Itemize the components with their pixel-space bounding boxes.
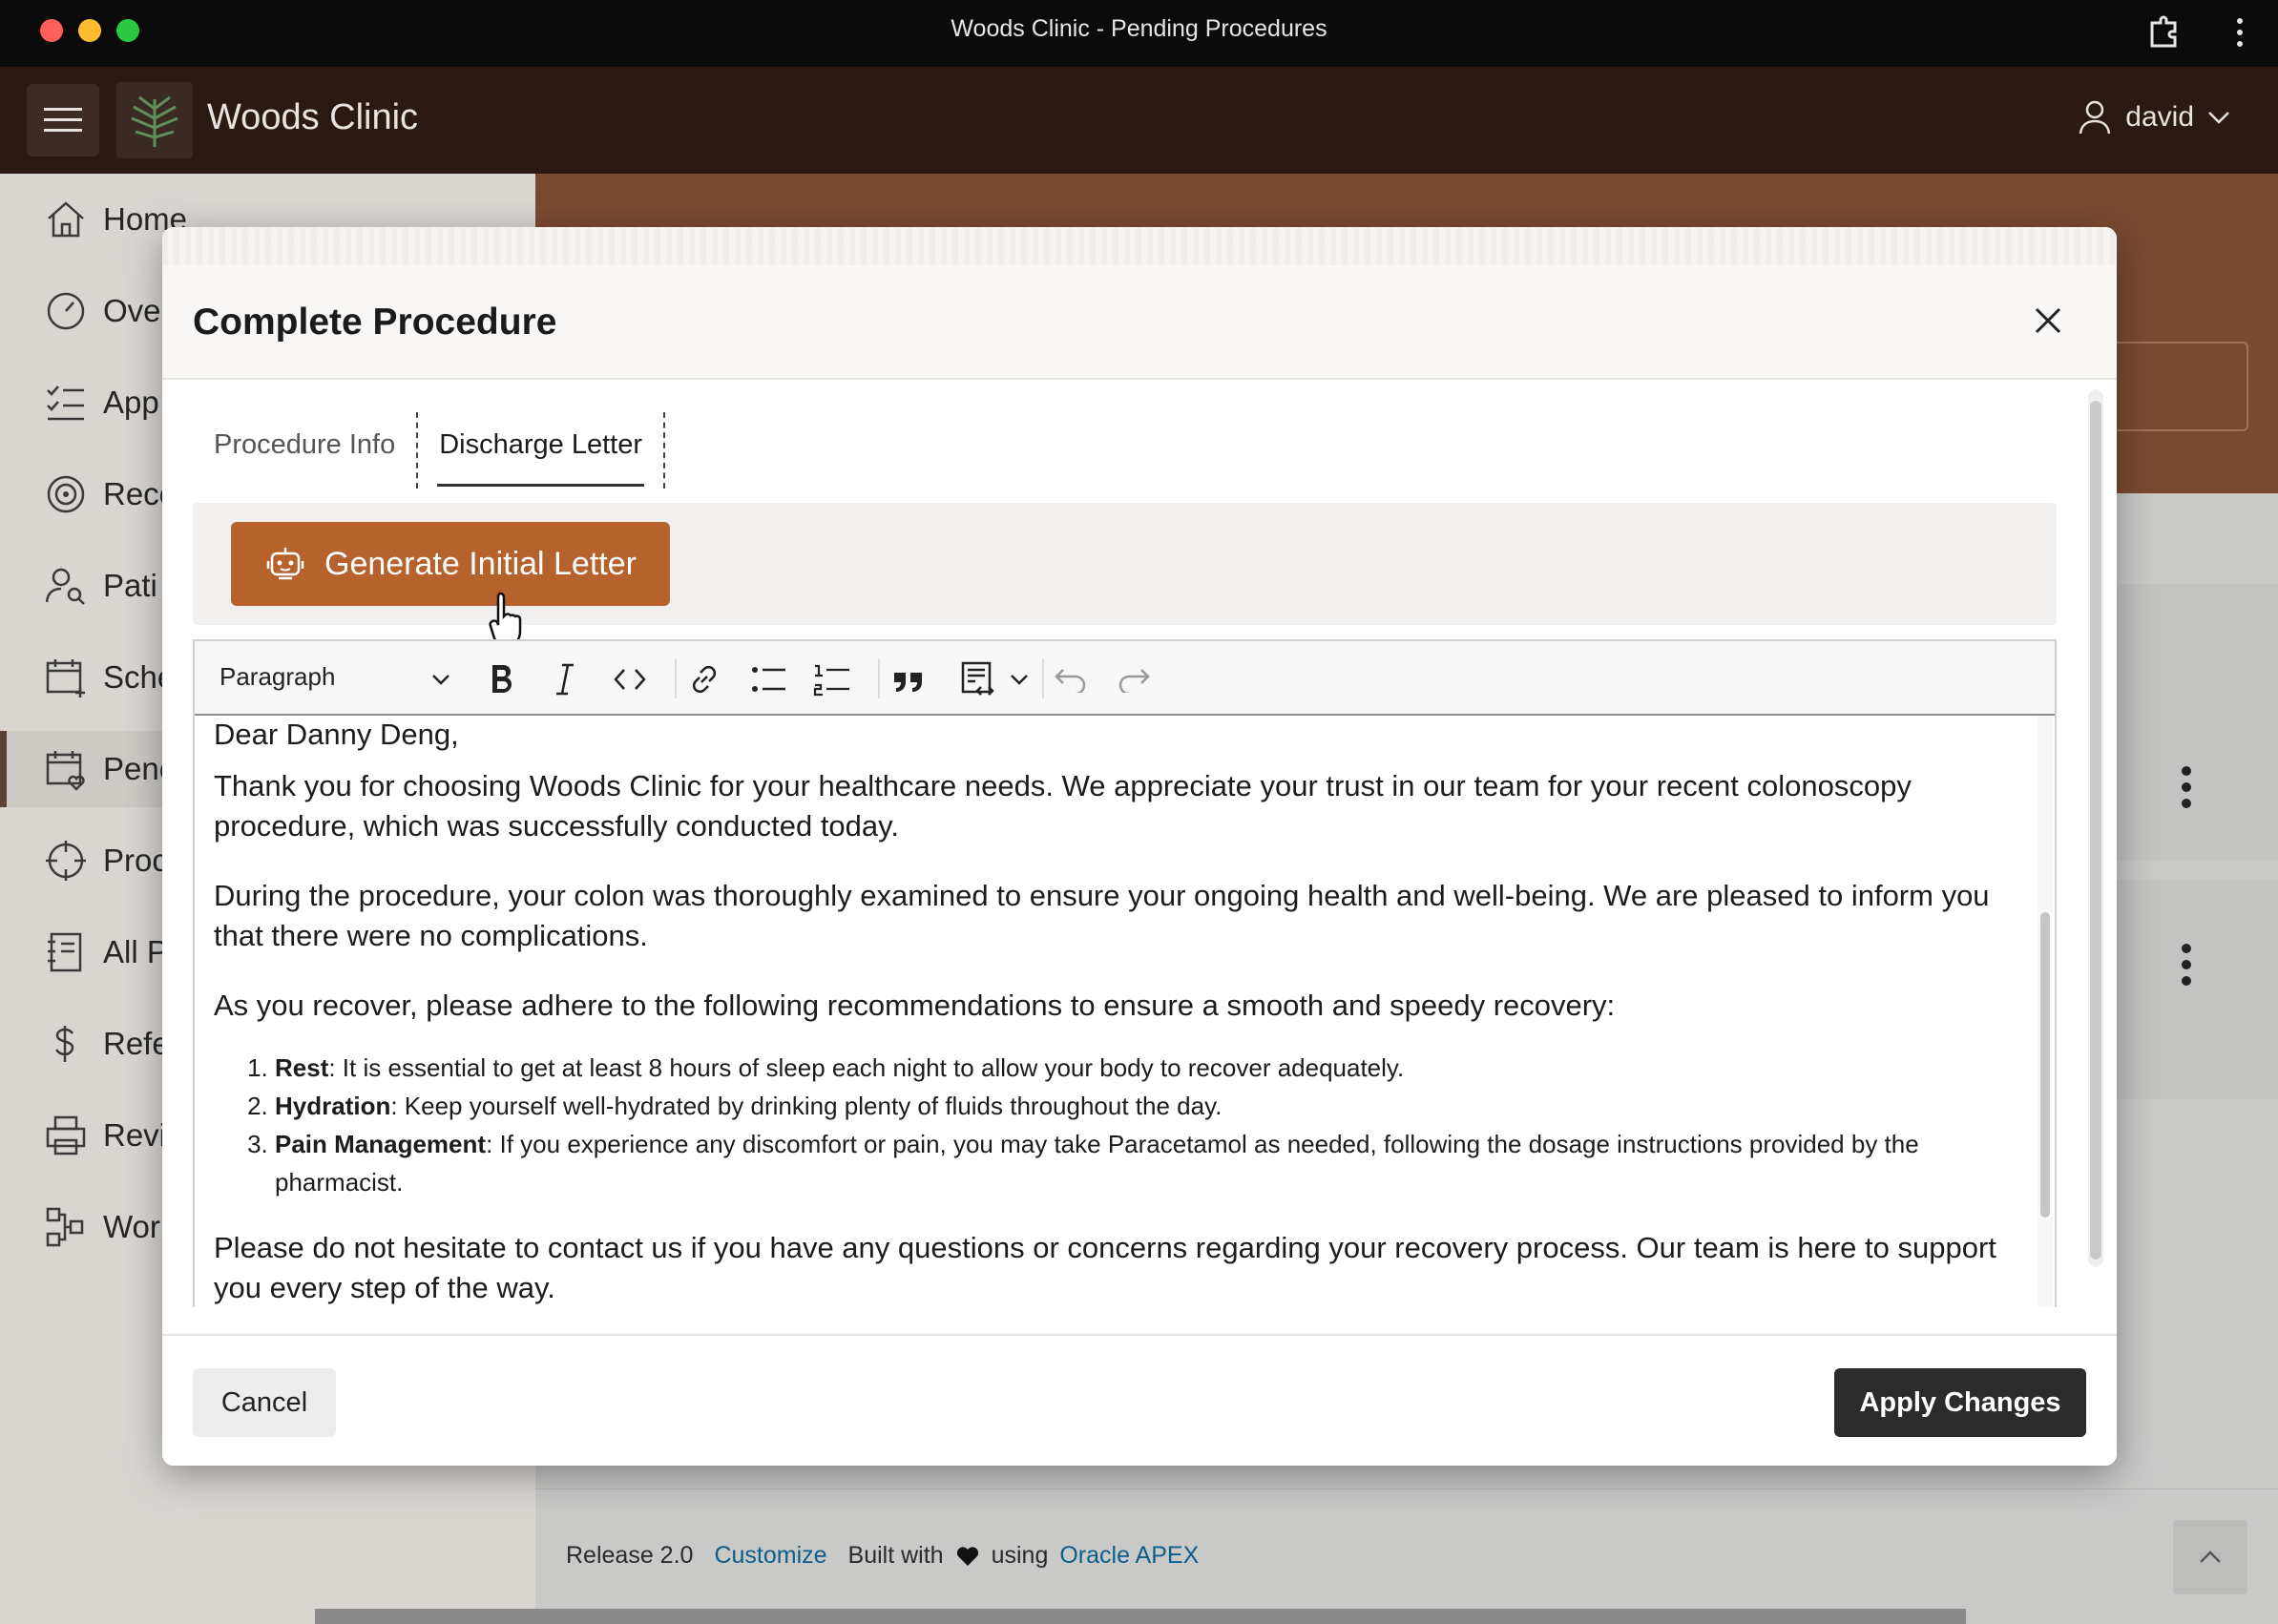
chevron-down-icon[interactable] — [1008, 668, 1031, 691]
close-icon[interactable] — [2029, 302, 2067, 340]
bold-icon — [492, 665, 512, 693]
italic-button[interactable] — [544, 658, 586, 700]
italic-icon — [556, 663, 574, 696]
letter-paragraph: Thank you for choosing Woods Clinic for … — [214, 769, 1912, 843]
app-header: Woods Clinic david — [0, 67, 2278, 174]
using-label: using — [991, 1542, 1049, 1569]
calendar-heart-icon — [46, 751, 85, 791]
toolbar-divider — [878, 658, 880, 698]
table-row — [2090, 584, 2278, 861]
chevron-down-icon[interactable] — [429, 668, 452, 691]
code-icon — [614, 669, 646, 690]
apply-changes-button[interactable]: Apply Changes — [1834, 1368, 2086, 1437]
numbered-list-icon — [813, 664, 849, 697]
checklist-icon — [47, 385, 84, 421]
undo-icon — [1055, 669, 1086, 693]
generate-button-label: Generate Initial Letter — [324, 545, 637, 582]
link-button[interactable] — [683, 658, 725, 700]
dialog-header: Complete Procedure — [162, 227, 2117, 380]
tree-logo-icon — [131, 95, 178, 147]
footer-text: Release 2.0 Customize Built with using O… — [566, 1542, 1199, 1570]
row-actions-icon[interactable] — [2172, 941, 2201, 989]
chevron-up-icon — [2200, 1551, 2221, 1563]
undo-button[interactable] — [1050, 658, 1092, 700]
dialog-title: Complete Procedure — [193, 302, 557, 343]
dialog-scrollbar[interactable] — [2088, 389, 2103, 1267]
dialog-tabs: Procedure Info Discharge Letter — [193, 412, 666, 489]
header-pattern — [162, 227, 2117, 265]
hamburger-icon — [44, 108, 82, 132]
cancel-button[interactable]: Cancel — [193, 1368, 336, 1437]
blockquote-button[interactable] — [888, 658, 930, 700]
user-icon — [2079, 100, 2111, 135]
row-actions-icon[interactable] — [2172, 763, 2201, 811]
dollar-icon — [54, 1026, 74, 1062]
bold-button[interactable] — [481, 658, 523, 700]
blockquote-icon — [894, 673, 922, 692]
recommendations-list: Rest: It is essential to get at least 8 … — [275, 1049, 2017, 1201]
robot-icon — [266, 548, 304, 580]
editor-toolbar: Paragraph — [195, 641, 2055, 716]
user-menu[interactable]: david — [2078, 99, 2230, 135]
user-name: david — [2125, 101, 2194, 133]
redo-button[interactable] — [1113, 658, 1155, 700]
window-title: Woods Clinic - Pending Procedures — [951, 15, 1327, 42]
toolbar-divider — [1042, 658, 1044, 698]
printer-icon — [46, 1115, 86, 1156]
notebook-icon — [48, 932, 82, 972]
redo-icon — [1118, 669, 1150, 693]
letter-paragraph: Please do not hesitate to contact us if … — [214, 1231, 1996, 1304]
numbered-list-button[interactable] — [811, 658, 853, 700]
link-icon — [692, 665, 717, 694]
generate-initial-letter-button[interactable]: Generate Initial Letter — [231, 522, 670, 606]
bottom-region — [315, 1609, 1966, 1624]
complete-procedure-dialog: Complete Procedure Procedure Info Discha… — [162, 227, 2117, 1466]
crosshair-icon — [46, 841, 86, 881]
scroll-to-top-button[interactable] — [2173, 1520, 2247, 1594]
app-name: Woods Clinic — [207, 97, 419, 137]
app-window: Woods Clinic - Pending Procedures Woods … — [0, 0, 2278, 1624]
list-item: Rest: It is essential to get at least 8 … — [275, 1049, 2017, 1087]
user-search-icon — [45, 568, 85, 605]
list-item: Pain Management: If you experience any d… — [275, 1125, 2017, 1201]
dialog-footer: Cancel Apply Changes — [162, 1334, 2117, 1466]
tab-discharge-letter[interactable]: Discharge Letter — [416, 412, 666, 489]
dialog-scrollbar-thumb[interactable] — [2090, 401, 2101, 1260]
workflow-icon — [46, 1207, 84, 1247]
letter-greeting: Dear Danny Deng, — [214, 718, 459, 751]
target-icon — [47, 475, 85, 513]
hero-search-box[interactable] — [2100, 342, 2248, 431]
chevron-down-icon — [2208, 112, 2229, 124]
tab-procedure-info[interactable]: Procedure Info — [193, 412, 416, 489]
toolbar-divider — [675, 658, 677, 698]
bullet-list-button[interactable] — [748, 658, 790, 700]
clinic-logo[interactable] — [116, 82, 193, 158]
extension-icon[interactable] — [2144, 13, 2183, 52]
source-icon — [961, 661, 994, 696]
editor-content[interactable]: Dear Danny Deng, Thank you for choosing … — [195, 716, 2037, 1307]
gauge-icon — [47, 292, 85, 330]
table-row — [2090, 880, 2278, 1099]
hamburger-menu-button[interactable] — [27, 84, 99, 156]
heart-icon — [956, 1546, 978, 1566]
block-format-select[interactable]: Paragraph — [219, 662, 449, 692]
editor-scrollbar[interactable] — [2038, 716, 2053, 1307]
letter-paragraph: During the procedure, your colon was tho… — [214, 879, 1990, 952]
release-label: Release 2.0 — [566, 1542, 694, 1569]
oracle-apex-link[interactable]: Oracle APEX — [1059, 1542, 1199, 1570]
rich-text-editor: Paragraph Dear Danny Deng, Thank you for… — [193, 639, 2057, 1307]
editor-scrollbar-thumb[interactable] — [2040, 912, 2050, 1218]
bullet-list-icon — [752, 667, 785, 692]
letter-paragraph: As you recover, please adhere to the fol… — [214, 989, 1616, 1022]
built-with-label: Built with — [847, 1542, 944, 1569]
home-icon — [48, 201, 84, 238]
source-button[interactable] — [951, 658, 1008, 700]
calendar-add-icon — [46, 659, 85, 697]
title-bar: Woods Clinic - Pending Procedures — [0, 0, 2278, 67]
more-vertical-icon[interactable] — [2230, 13, 2249, 52]
code-button[interactable] — [609, 658, 651, 700]
list-item: Hydration: Keep yourself well-hydrated b… — [275, 1087, 2017, 1125]
customize-link[interactable]: Customize — [714, 1542, 826, 1570]
